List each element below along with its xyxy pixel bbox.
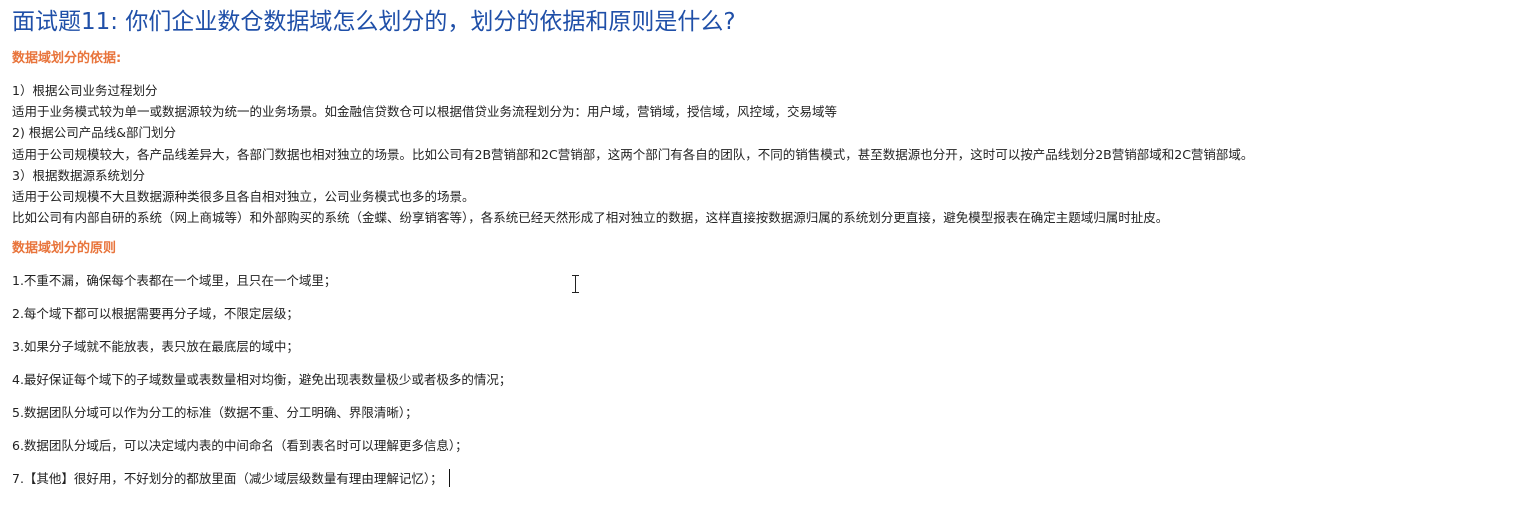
principles-list: 1.不重不漏，确保每个表都在一个域里，且只在一个域里； 2.每个域下都可以根据需… [12,270,1522,501]
principle-item: 1.不重不漏，确保每个表都在一个域里，且只在一个域里； [12,273,337,289]
basis-line: 1）根据公司业务过程划分 [12,83,158,98]
text-caret [448,469,450,488]
page-title: 面试题11: 你们企业数仓数据域怎么划分的，划分的依据和原则是什么? [12,9,736,35]
basis-heading: 数据域划分的依据: [12,51,122,66]
basis-line: 适用于业务模式较为单一或数据源较为统一的业务场景。如金融信贷数仓可以根据借贷业务… [12,104,838,120]
principle-item: 5.数据团队分域可以作为分工的标准（数据不重、分工明确、界限清晰）； [12,405,418,421]
basis-line: 比如公司有内部自研的系统（网上商城等）和外部购买的系统（金蝶、纷享销客等），各系… [12,210,1169,226]
principles-heading: 数据域划分的原则 [12,241,117,257]
principle-item: 4.最好保证每个域下的子域数量或表数量相对均衡，避免出现表数量极少或者极多的情况… [12,372,512,388]
principle-item-last[interactable]: 7.【其他】很好用，不好划分的都放里面（减少域层级数量有理由理解记忆）； [12,468,1522,501]
principle-item: 2.每个域下都可以根据需要再分子域，不限定层级； [12,306,299,322]
basis-line: 2) 根据公司产品线&部门划分 [12,125,177,141]
basis-line: 适用于公司规模较大，各产品线差异大，各部门数据也相对独立的场景。比如公司有2B营… [12,146,1254,162]
principle-item: 3.如果分子域就不能放表，表只放在最底层的域中； [12,339,299,355]
basis-line: 3）根据数据源系统划分 [12,167,145,183]
document-body: 面试题11: 你们企业数仓数据域怎么划分的，划分的依据和原则是什么? 数据域划分… [12,0,1522,501]
basis-line: 适用于公司规模不大且数据源种类很多且各自相对独立，公司业务模式也多的场景。 [12,188,475,204]
basis-list: 1）根据公司业务过程划分 适用于业务模式较为单一或数据源较为统一的业务场景。如金… [12,80,1522,228]
principle-item: 6.数据团队分域后，可以决定域内表的中间命名（看到表名时可以理解更多信息）； [12,438,468,454]
text-cursor-icon [571,275,581,293]
principle-item-text: 7.【其他】很好用，不好划分的都放里面（减少域层级数量有理由理解记忆）； [12,471,443,487]
